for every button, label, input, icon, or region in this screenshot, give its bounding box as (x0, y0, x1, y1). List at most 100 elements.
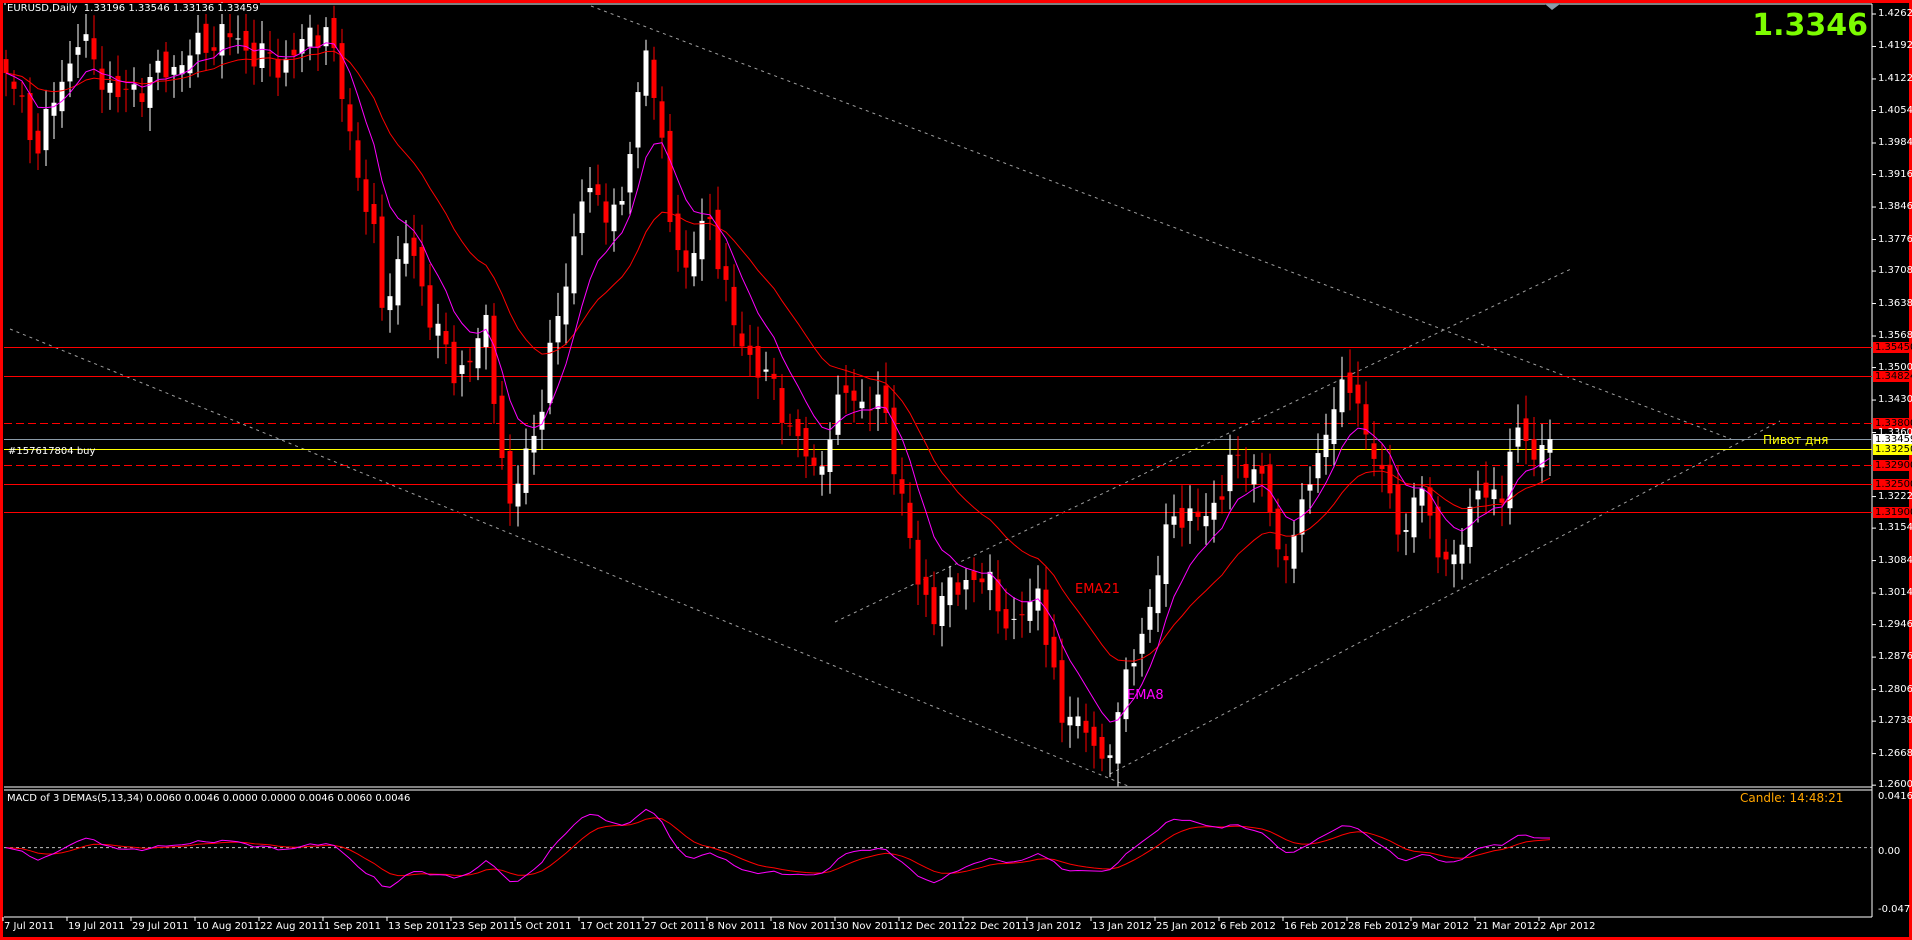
date-axis-label: 1 Sep 2011 (324, 921, 382, 932)
bull-candle (547, 342, 553, 404)
bull-candle (1227, 454, 1233, 492)
price-axis-label: 1.28062 (1878, 683, 1912, 695)
date-axis-label: 19 Jul 2011 (68, 921, 125, 932)
price-axis-label: 1.28762 (1878, 651, 1912, 663)
bull-candle (459, 365, 465, 374)
bull-candle (1339, 379, 1345, 413)
bear-candle (1347, 372, 1353, 393)
bull-candle (947, 577, 953, 606)
bear-candle (843, 385, 849, 393)
bull-candle (1547, 439, 1553, 453)
bull-candle (1155, 575, 1161, 614)
bear-candle (1355, 384, 1361, 404)
bear-candle (907, 502, 913, 538)
bull-candle (1315, 453, 1321, 479)
bull-candle (699, 220, 705, 260)
bear-candle (19, 95, 25, 97)
bear-candle (1099, 736, 1105, 759)
bear-candle (1003, 609, 1009, 629)
bear-candle (683, 250, 689, 268)
bear-candle (507, 450, 513, 504)
bull-candle (1203, 516, 1209, 527)
bull-candle (611, 204, 617, 232)
bear-candle (1019, 614, 1025, 616)
candle-timer: Candle: 14:48:21 (1740, 791, 1844, 805)
bull-candle (67, 63, 73, 82)
price-axis-label: 1.33602 (1878, 426, 1912, 438)
bull-candle (1187, 508, 1193, 521)
bear-candle (731, 286, 737, 326)
date-axis-label: 28 Feb 2012 (1348, 921, 1411, 932)
date-axis-label: 7 Jul 2011 (4, 921, 55, 932)
bear-candle (451, 341, 457, 384)
bull-candle (523, 448, 529, 493)
bull-candle (1515, 427, 1521, 447)
price-axis-label: 1.27382 (1878, 715, 1912, 727)
bull-candle (859, 401, 865, 409)
date-axis-label: 3 Jan 2012 (1028, 921, 1082, 932)
price-axis-label: 1.35682 (1878, 330, 1912, 342)
date-axis-label: 25 Jan 2012 (1156, 921, 1216, 932)
price-badge: 1.32500 (1873, 478, 1912, 490)
bull-candle (635, 92, 641, 148)
price-axis-label: 1.36382 (1878, 297, 1912, 309)
bull-candle (1171, 516, 1177, 525)
trendline-0 (590, 5, 1732, 440)
bear-candle (779, 388, 785, 423)
date-axis-label: 27 Oct 2011 (644, 921, 706, 932)
bear-candle (1443, 551, 1449, 560)
bear-candle (603, 201, 609, 223)
date-axis-label: 8 Nov 2011 (708, 921, 766, 932)
price-axis-label: 1.29462 (1878, 618, 1912, 630)
chart-header: EURUSD,Daily 1.33196 1.33546 1.33136 1.3… (6, 3, 260, 14)
macd-title: MACD of 3 DEMAs(5,13,34) 0.0060 0.0046 0… (7, 793, 411, 804)
order-label[interactable]: #157617804 buy (8, 446, 95, 457)
bear-candle (27, 93, 33, 141)
price-axis-label: 1.30842 (1878, 554, 1912, 566)
bull-candle (939, 595, 945, 627)
bull-candle (627, 154, 633, 193)
bull-candle (1411, 497, 1417, 538)
bear-candle (347, 104, 353, 132)
bear-candle (355, 140, 361, 178)
bear-candle (1083, 720, 1089, 733)
bull-candle (43, 109, 49, 151)
bull-candle (75, 47, 81, 55)
price-axis-label: 1.32222 (1878, 490, 1912, 502)
bull-candle (1331, 409, 1337, 445)
date-axis-label: 13 Jan 2012 (1092, 921, 1152, 932)
ohlc-values: 1.33196 1.33546 1.33136 1.33459 (83, 3, 259, 14)
bear-candle (379, 216, 385, 308)
bull-candle (1027, 601, 1033, 621)
bear-candle (251, 42, 257, 67)
bull-candle (1011, 618, 1017, 620)
price-badge: 1.35450 (1873, 341, 1912, 353)
ema21-label: EMA21 (1075, 582, 1120, 597)
pivot-label: Пивот дня (1763, 433, 1829, 447)
bull-candle (403, 243, 409, 264)
bear-candle (755, 346, 761, 378)
ema8-label: EMA8 (1127, 688, 1164, 703)
trendline-3 (1109, 420, 1781, 775)
trendline-1 (9, 328, 1129, 787)
bear-candle (723, 266, 729, 280)
bear-candle (923, 576, 929, 595)
bear-candle (739, 333, 745, 347)
bear-candle (1395, 484, 1401, 535)
date-axis-label: 10 Aug 2011 (196, 921, 261, 932)
price-badge: 1.31900 (1873, 506, 1912, 518)
bull-candle (587, 187, 593, 193)
bear-candle (267, 52, 273, 54)
bear-candle (955, 582, 961, 595)
bear-candle (499, 395, 505, 458)
bull-candle (107, 82, 113, 93)
price-axis-label: 1.31542 (1878, 522, 1912, 534)
bear-candle (275, 58, 281, 78)
bear-candle (1523, 418, 1529, 441)
bull-candle (1291, 534, 1297, 569)
bull-candle (963, 579, 969, 590)
bull-candle (147, 77, 153, 108)
bear-candle (1499, 498, 1505, 503)
bull-candle (563, 286, 569, 325)
bear-candle (91, 38, 97, 60)
